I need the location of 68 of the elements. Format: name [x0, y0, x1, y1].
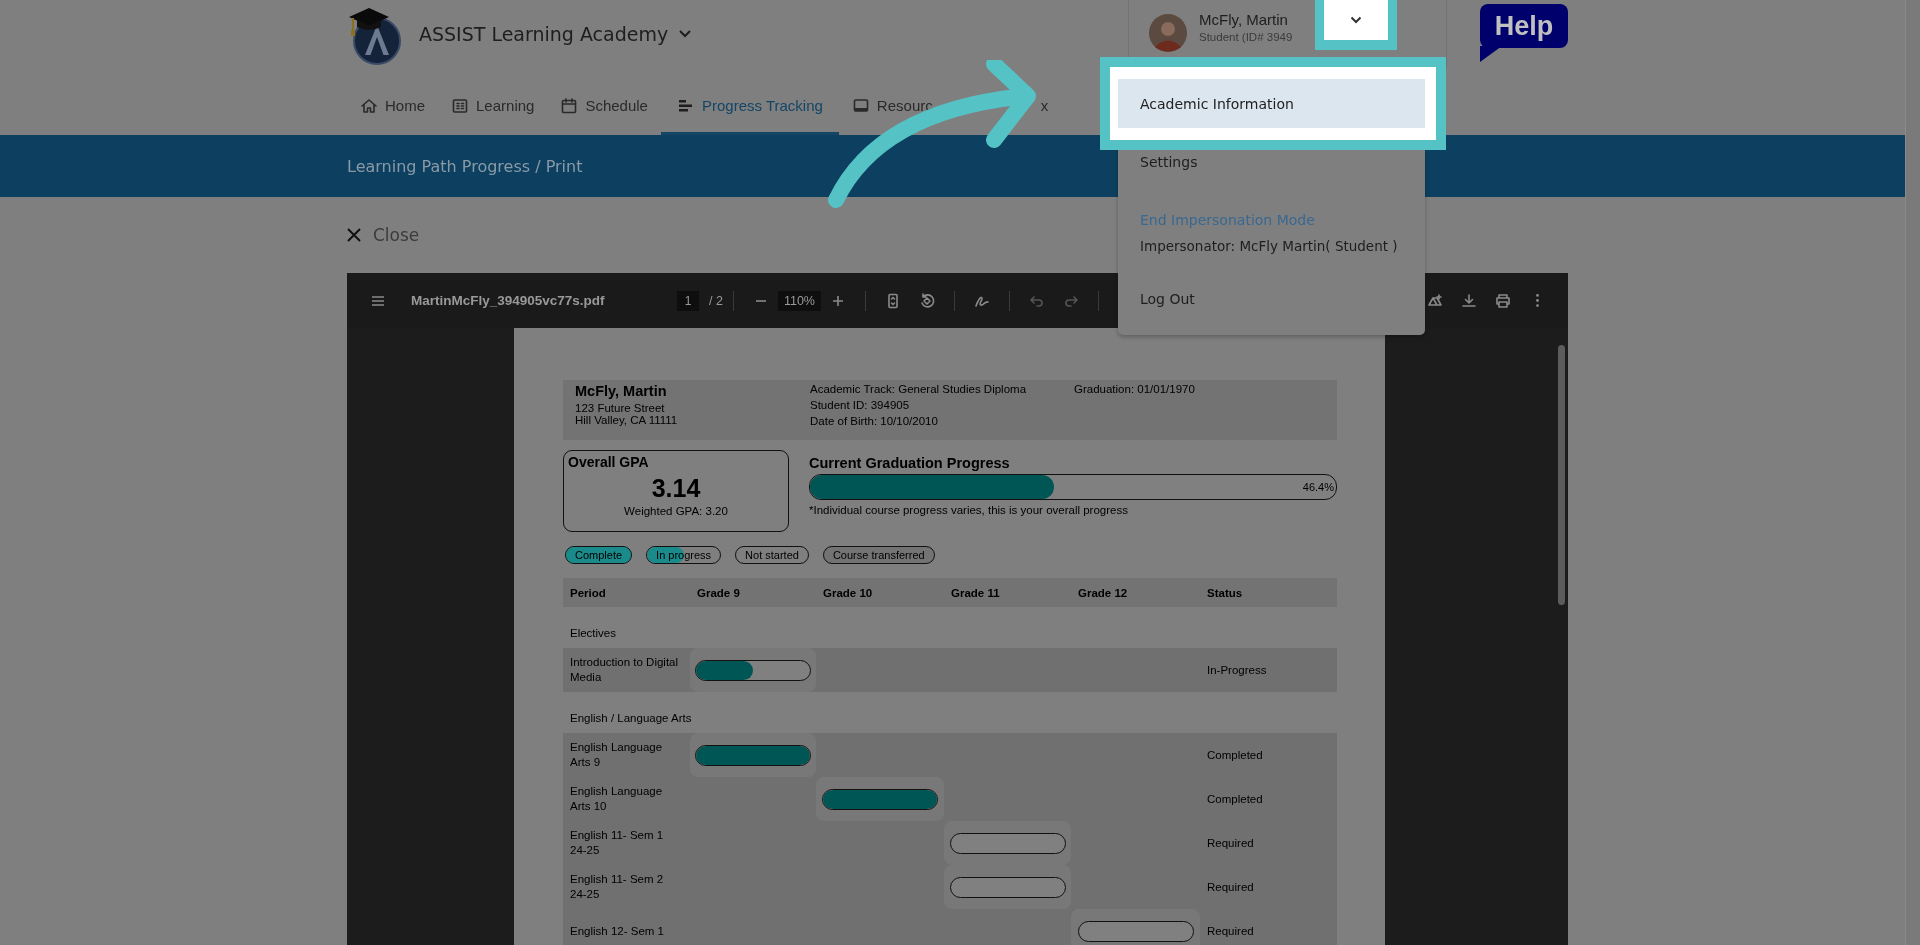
course-name: English 11- Sem 1 24-25 [569, 828, 665, 858]
home-icon [360, 96, 378, 115]
user-role: Student (ID# 3949 [1199, 31, 1294, 43]
column-header: Grade 9 [696, 586, 741, 599]
page-field[interactable]: 1 [677, 290, 699, 311]
legend-chip: Complete [565, 546, 633, 564]
detail-text: Student ID: 394905 [810, 399, 911, 411]
print-icon [1494, 291, 1512, 310]
detail-text: Date of Birth: 10/10/2010 [810, 415, 939, 427]
column-header: Grade 12 [1077, 586, 1129, 599]
speech-tail-icon [1480, 46, 1502, 62]
close-icon [347, 228, 361, 242]
course-status: Required [1206, 881, 1255, 893]
detail-text: Academic Track: General Studies Diploma [810, 383, 1028, 395]
column-header: Period [569, 586, 607, 599]
course-name: English 11- Sem 2 24-25 [569, 872, 665, 902]
download-icon [1460, 291, 1478, 310]
column-header: Status [1206, 586, 1244, 599]
progress-percent: 46.4% [1302, 481, 1334, 493]
nav-tab[interactable]: Home [360, 91, 425, 135]
nav-tab[interactable]: x [1040, 91, 1049, 135]
student-name: McFly, Martin [575, 383, 668, 399]
address-line: 123 Future Street [575, 402, 666, 414]
menu-item[interactable]: Log Out [1118, 277, 1425, 321]
column-header: Grade 10 [822, 586, 874, 599]
course-status: In-Progress [1206, 664, 1268, 676]
section-title: Electives [569, 626, 618, 641]
grid-icon [451, 96, 469, 115]
impersonator-text: Impersonator: McFly Martin( Student ) [1139, 237, 1399, 256]
zoom-out-icon [755, 299, 766, 302]
nav-tab[interactable]: Schedule [560, 91, 648, 135]
course-name: English Language Arts 10 [569, 784, 664, 814]
close-button[interactable]: Close [347, 225, 420, 245]
breadcrumb: Learning Path Progress / Print [347, 156, 583, 176]
column-header: Grade 11 [950, 586, 1001, 599]
course-status: Completed [1206, 749, 1264, 761]
gpa-title: Overall GPA [568, 454, 650, 470]
user-name: McFly, Martin [1199, 11, 1289, 28]
weighted-gpa: Weighted GPA: 3.20 [623, 505, 729, 517]
chevron-down-icon [678, 29, 693, 39]
menu-item[interactable]: Settings [1118, 140, 1425, 184]
nav-tab[interactable]: Learning [451, 91, 535, 135]
course-name: English 12- Sem 1 [569, 923, 665, 939]
course-name: Introduction to Digital Media [569, 655, 680, 685]
avatar-icon [1149, 14, 1187, 52]
nav-tab[interactable]: Resourc [851, 91, 933, 135]
chevron-down-icon [1350, 16, 1362, 24]
school-name: ASSIST Learning Academy [419, 23, 669, 45]
calendar-icon [560, 96, 579, 115]
dropdown-button[interactable] [1315, 0, 1397, 50]
file-name: MartinMcFly_394905vc77s.pdf [411, 293, 606, 308]
more-icon [1535, 294, 1539, 307]
graduation-date: Graduation: 01/01/1970 [1074, 383, 1195, 397]
menu-item[interactable]: Academic Information [1118, 79, 1425, 128]
course-status: Required [1206, 837, 1255, 849]
progress-note: *Individual course progress varies, this is your overall progress [809, 504, 1129, 516]
course-status: Required [1206, 925, 1255, 937]
page-count: / 2 [709, 293, 723, 308]
monitor-icon [851, 96, 870, 115]
address-line: Hill Valley, CA 11111 [575, 414, 679, 426]
zoom-field[interactable]: 110% [777, 290, 821, 311]
section-title: English / Language Arts [569, 711, 693, 726]
course-status: Completed [1206, 793, 1264, 805]
course-name: English Language Arts 9 [569, 740, 664, 770]
gpa-value: 3.14 [650, 474, 702, 503]
legend-chip: Not started [735, 546, 809, 564]
legend-chip: Course transferred [822, 546, 935, 564]
progress-title: Current Graduation Progress [809, 455, 1011, 471]
